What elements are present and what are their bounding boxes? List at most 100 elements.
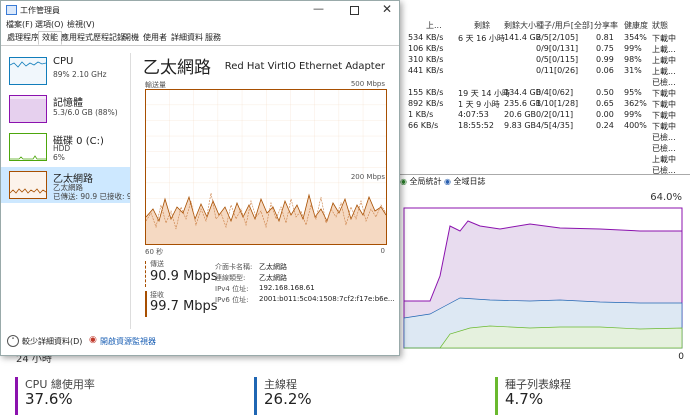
cpu-total-indicator <box>15 377 18 415</box>
row-health: 400% <box>624 121 647 130</box>
table-row[interactable]: 已檢... <box>400 132 690 143</box>
row-ratio: 0.06 <box>596 66 614 75</box>
row-remaining-size: 9.83 GB <box>504 121 537 130</box>
table-row[interactable]: 310 KB/s 0/5[0/115] 0.99 98% 上載中 <box>400 55 690 66</box>
receive-indicator <box>145 291 147 317</box>
row-remaining-time: 6 天 16 小時 <box>458 34 505 43</box>
row-remaining-time: 18:55:52 <box>458 121 494 130</box>
throughput-graph <box>145 89 387 245</box>
row-health: 99% <box>624 44 642 53</box>
row-status: 下載中 <box>652 89 676 98</box>
maximize-button[interactable] <box>350 6 359 15</box>
row-upload-speed: 441 KB/s <box>408 66 444 75</box>
menu-bar: 檔案(F) 選項(O) 檢視(V) <box>1 19 399 31</box>
sidebar-divider <box>130 53 131 329</box>
tab-app-history[interactable]: 應用程式歷程記錄 <box>58 32 128 44</box>
table-row[interactable]: 892 KB/s 1 天 9 小時 235.6 GB 1/10[1/28] 0.65 36… <box>400 99 690 110</box>
row-ratio: 0.24 <box>596 121 614 130</box>
page-title: 乙太網路 <box>143 58 211 78</box>
prop-connection-type-key: 連線類型: <box>215 274 246 282</box>
open-resource-monitor-link[interactable]: 開啟資源監視器 <box>100 336 156 347</box>
prop-ipv6-value: 2001:b011:5c04:1508:7cf2:f17e:b6e... <box>259 295 395 303</box>
tab-processes[interactable]: 處理程序 <box>4 32 42 44</box>
table-row[interactable]: 106 KB/s 0/9[0/131] 0.75 99% 上載... <box>400 44 690 55</box>
cpu-usage-plot <box>403 207 683 349</box>
log-icon: ◉ <box>444 177 451 186</box>
table-row[interactable]: 66 KB/s 18:55:52 9.83 GB 4/5[4/35] 0.24 400% 下… <box>400 121 690 132</box>
menu-view[interactable]: 檢視(V) <box>67 19 95 30</box>
menu-options[interactable]: 選項(O) <box>35 19 64 30</box>
table-row[interactable]: 155 KB/s 19 天 14 小時 134.4 GB 0/4[0/62] 0.50 9… <box>400 88 690 99</box>
chevron-up-icon[interactable]: ˄ <box>7 335 19 347</box>
prop-ipv4-key: IPv4 位址: <box>215 285 249 293</box>
cpu-usage-graph: 64.0% 0 <box>400 190 690 365</box>
sidebar-memory-usage: 5.3/6.0 GB (88%) <box>53 108 118 117</box>
col-header-upload[interactable]: 上... <box>426 20 442 32</box>
global-stats-tab[interactable]: ◉ 全局統計 <box>400 176 442 187</box>
sidebar-item-cpu[interactable]: CPU 89% 2.10 GHz <box>1 53 130 89</box>
col-header-ratio[interactable]: 分享率 <box>594 20 618 32</box>
fewer-details-link[interactable]: 較少詳細資料(D) <box>22 336 82 347</box>
table-row[interactable]: 441 KB/s 0/11[0/26] 0.06 31% 上載... <box>400 66 690 77</box>
row-upload-speed: 66 KB/s <box>408 121 439 130</box>
table-row[interactable]: 已檢... <box>400 77 690 88</box>
tab-services[interactable]: 服務 <box>202 32 224 44</box>
task-manager-icon <box>6 5 17 15</box>
torrent-thread-value: 4.7% <box>505 390 544 408</box>
row-ratio: 0.99 <box>596 55 614 64</box>
col-header-remaining[interactable]: 剩餘 <box>474 20 490 32</box>
sidebar-item-ethernet[interactable]: 乙太網路 乙太網路 已傳送: 90.9 已接收: 99 <box>1 167 130 203</box>
cpu-thumbnail-graph <box>9 57 47 85</box>
row-peers: 0/5[0/115] <box>536 55 579 64</box>
close-button[interactable]: ✕ <box>382 2 392 16</box>
memory-thumbnail-graph <box>9 95 47 123</box>
row-upload-speed: 892 KB/s <box>408 99 444 108</box>
row-remaining-time: 1 天 9 小時 <box>458 100 500 109</box>
minimize-button[interactable]: — <box>313 2 324 15</box>
tab-details[interactable]: 詳細資料 <box>168 32 206 44</box>
row-peers: 0/11[0/26] <box>536 66 579 75</box>
graph-time-label: 60 秒 <box>145 248 164 256</box>
row-health: 362% <box>624 99 647 108</box>
menu-file[interactable]: 檔案(F) <box>6 19 33 30</box>
prop-ipv4-value: 192.168.168.61 <box>259 284 315 292</box>
title-bar[interactable]: 工作管理員 — ✕ <box>1 1 399 19</box>
row-health: 354% <box>624 33 647 42</box>
sidebar-memory-name: 記憶體 <box>53 98 83 109</box>
prop-connection-type-value: 乙太網路 <box>259 274 287 282</box>
cpu-total-value: 37.6% <box>25 390 73 408</box>
tab-users[interactable]: 使用者 <box>140 32 170 44</box>
global-log-tab[interactable]: ◉ 全域日誌 <box>444 176 486 187</box>
row-status: 已檢... <box>652 78 676 87</box>
send-label: 傳送 <box>150 260 164 268</box>
tab-bar: 處理程序 效能 應用程式歷程記錄 開機 使用者 詳細資料 服務 <box>1 31 399 46</box>
table-row[interactable]: 已檢... <box>400 143 690 154</box>
row-remaining-size: 20.6 GB <box>504 110 537 119</box>
table-row[interactable]: 上載中 <box>400 154 690 165</box>
row-upload-speed: 106 KB/s <box>408 44 444 53</box>
graph-mid-label: 200 Mbps <box>350 173 385 181</box>
main-thread-indicator <box>254 377 257 415</box>
col-header-health[interactable]: 健康度 <box>624 20 648 32</box>
col-header-status[interactable]: 狀態 <box>652 20 668 32</box>
sidebar-cpu-usage: 89% 2.10 GHz <box>53 70 107 79</box>
adapter-name: Red Hat VirtIO Ethernet Adapter <box>224 61 385 72</box>
tab-startup[interactable]: 開機 <box>120 32 142 44</box>
ethernet-thumbnail-graph <box>9 171 47 199</box>
table-row[interactable]: 1 KB/s 4:07:53 20.6 GB 0/2[0/11] 0.00 99% 下載中 <box>400 110 690 121</box>
graph-zero-label: 0 <box>380 247 385 255</box>
row-health: 98% <box>624 55 642 64</box>
sidebar-item-memory[interactable]: 記憶體 5.3/6.0 GB (88%) <box>1 91 130 127</box>
row-peers: 1/10[1/28] <box>536 99 579 108</box>
row-status: 上載中 <box>652 56 676 65</box>
sidebar-item-disk[interactable]: 磁碟 0 (C:) HDD 6% <box>1 129 130 165</box>
row-status: 上載中 <box>652 155 676 164</box>
table-row[interactable]: 534 KB/s 6 天 16 小時 141.4 GB 2/5[2/105] 0.81 3… <box>400 33 690 44</box>
task-manager-window: 工作管理員 — ✕ 檔案(F) 選項(O) 檢視(V) 處理程序 效能 應用程式… <box>0 0 400 356</box>
col-header-peers[interactable]: 種子/用戶[全部] <box>536 20 593 32</box>
row-peers: 0/4[0/62] <box>536 88 574 97</box>
row-ratio: 0.75 <box>596 44 614 53</box>
graph-max-label: 500 Mbps <box>350 80 385 88</box>
col-header-remaining-size[interactable]: 剩餘大小 <box>504 20 536 32</box>
sidebar-disk-type: HDD <box>53 144 71 153</box>
